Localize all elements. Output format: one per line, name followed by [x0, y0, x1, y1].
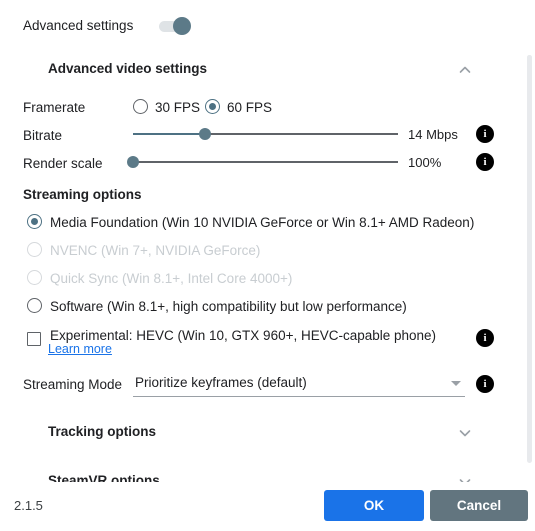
checkbox-experimental-hevc[interactable]: [27, 332, 41, 346]
radio-media-foundation[interactable]: [27, 214, 42, 229]
section-title: Tracking options: [48, 424, 157, 439]
render-scale-value: 100%: [408, 155, 442, 170]
info-icon[interactable]: i: [476, 153, 494, 171]
framerate-label: Framerate: [23, 100, 86, 115]
radio-label-media-foundation: Media Foundation (Win 10 NVIDIA GeForce …: [50, 215, 475, 230]
info-icon[interactable]: i: [476, 375, 494, 393]
radio-label-software: Software (Win 8.1+, high compatibility b…: [50, 299, 407, 314]
streaming-mode-label: Streaming Mode: [23, 377, 123, 392]
radio-quick-sync: [27, 270, 42, 285]
slider-thumb[interactable]: [127, 156, 139, 168]
section-header-advanced-video[interactable]: Advanced video settings: [0, 58, 535, 84]
bitrate-label: Bitrate: [23, 128, 63, 143]
section-header-tracking[interactable]: Tracking options: [0, 421, 535, 447]
slider-thumb[interactable]: [198, 128, 211, 140]
radio-label-quick-sync: Quick Sync (Win 8.1+, Intel Core 4000+): [50, 271, 293, 286]
cancel-button[interactable]: Cancel: [430, 490, 528, 521]
ok-button[interactable]: OK: [324, 490, 424, 521]
streaming-options-label: Streaming options: [23, 187, 142, 202]
settings-dialog: Advanced settings Advanced video setting…: [0, 0, 535, 531]
streaming-mode-value: Prioritize keyframes (default): [135, 375, 307, 390]
streaming-mode-select[interactable]: Prioritize keyframes (default): [133, 372, 465, 397]
info-icon[interactable]: i: [476, 125, 494, 143]
radio-framerate-60fps[interactable]: [205, 99, 220, 114]
advanced-settings-toggle[interactable]: [159, 17, 193, 35]
info-icon[interactable]: i: [476, 329, 494, 347]
chevron-up-icon[interactable]: [457, 62, 473, 78]
learn-more-link[interactable]: Learn more: [48, 341, 112, 357]
chevron-down-icon[interactable]: [457, 474, 473, 482]
settings-scroll-area[interactable]: Advanced settings Advanced video setting…: [0, 0, 535, 482]
radio-framerate-30fps[interactable]: [133, 99, 148, 114]
render-scale-slider[interactable]: [127, 154, 398, 170]
chevron-down-icon: [451, 381, 461, 386]
version-label: 2.1.5: [14, 498, 43, 513]
section-title: SteamVR options: [48, 473, 160, 482]
advanced-settings-row: Advanced settings: [0, 16, 535, 40]
toggle-thumb: [173, 17, 191, 35]
bitrate-slider[interactable]: [133, 126, 398, 142]
radio-nvenc: [27, 242, 42, 257]
radio-label-nvenc: NVENC (Win 7+, NVIDIA GeForce): [50, 243, 261, 258]
slider-rail: [133, 161, 398, 163]
slider-fill: [133, 133, 205, 135]
chevron-down-icon[interactable]: [457, 425, 473, 441]
render-scale-label: Render scale: [23, 156, 103, 171]
section-title: Advanced video settings: [48, 61, 208, 76]
bitrate-value: 14 Mbps: [408, 127, 458, 142]
scrollbar-thumb[interactable]: [527, 55, 532, 205]
section-header-steamvr[interactable]: SteamVR options: [0, 470, 535, 482]
radio-software[interactable]: [27, 298, 42, 313]
radio-label-30fps: 30 FPS: [155, 100, 201, 115]
advanced-settings-label: Advanced settings: [23, 18, 134, 33]
radio-label-60fps: 60 FPS: [227, 100, 273, 115]
